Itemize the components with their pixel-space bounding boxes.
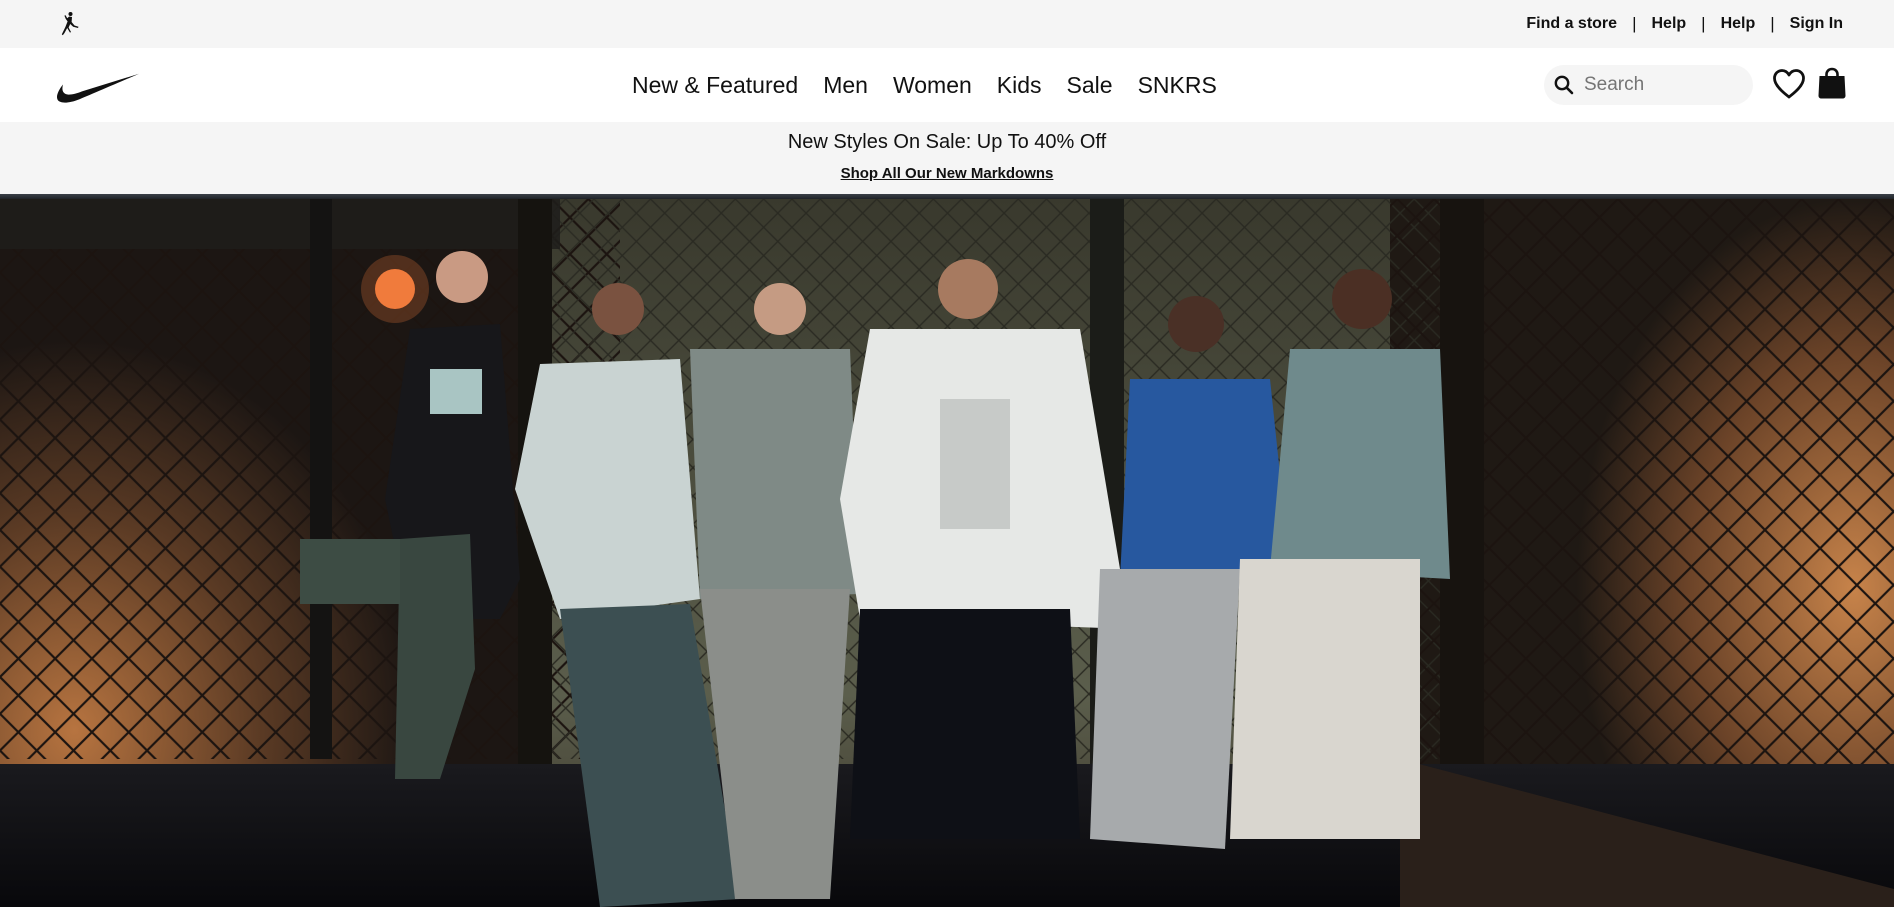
primary-menu: New & Featured Men Women Kids Sale SNKRS [632,48,1242,122]
separator: | [1632,14,1637,33]
shop-markdowns-link[interactable]: Shop All Our New Markdowns [841,165,1054,182]
nike-swoosh-icon[interactable] [56,72,140,104]
heart-icon[interactable] [1772,68,1806,100]
separator: | [1770,14,1775,33]
separator: | [1701,14,1706,33]
shopping-bag-icon[interactable] [1816,66,1848,100]
jordan-jumpman-icon[interactable] [56,11,82,37]
sign-in-link[interactable]: Sign In [1790,15,1843,33]
search-input[interactable] [1584,74,1734,96]
find-store-link[interactable]: Find a store [1526,15,1617,33]
promo-banner: New Styles On Sale: Up To 40% Off Shop A… [0,122,1894,194]
nav-item-new-featured[interactable]: New & Featured [632,72,798,99]
main-nav: New & Featured Men Women Kids Sale SNKRS [0,48,1894,122]
nav-item-sale[interactable]: Sale [1067,72,1113,99]
utility-bar: Find a store | Help | Help | Sign In [0,0,1894,48]
search-icon[interactable] [1544,65,1584,105]
nav-item-snkrs[interactable]: SNKRS [1138,72,1217,99]
hero-photo-illustration [0,199,1894,907]
hero-image[interactable] [0,199,1894,907]
nav-item-kids[interactable]: Kids [997,72,1042,99]
help-link[interactable]: Help [1651,15,1686,33]
promo-title: New Styles On Sale: Up To 40% Off [787,131,1107,153]
help-link-2[interactable]: Help [1721,15,1756,33]
promo-link-wrapper: Shop All Our New Markdowns [0,165,1894,182]
utility-links: Find a store | Help | Help | Sign In [1526,0,1843,48]
search-box[interactable] [1544,65,1753,105]
nav-item-women[interactable]: Women [893,72,972,99]
nav-item-men[interactable]: Men [823,72,868,99]
